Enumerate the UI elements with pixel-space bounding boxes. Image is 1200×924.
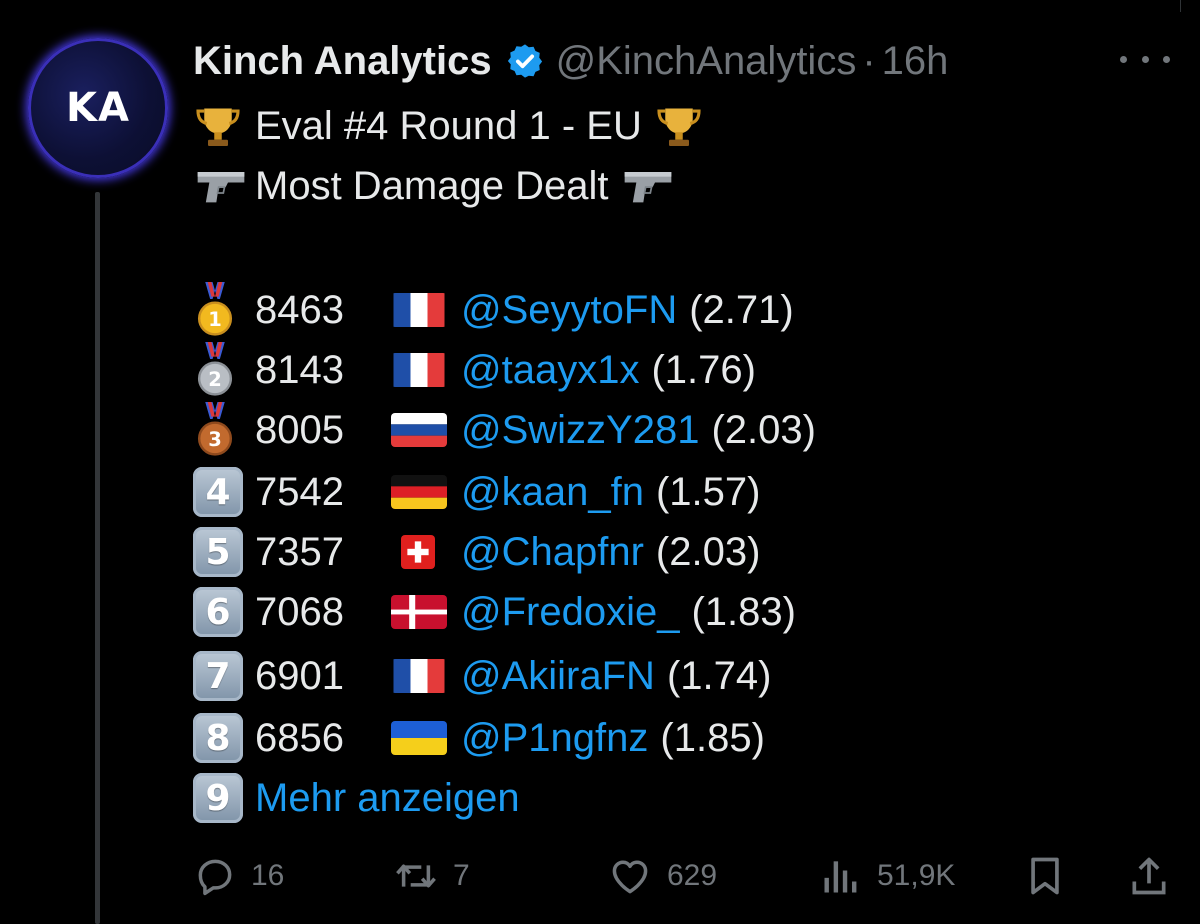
share-button[interactable] xyxy=(1127,848,1185,904)
damage-value: 8463 xyxy=(255,287,344,332)
ranking-row: 8 6856 @P1ngfnz (1.85) xyxy=(193,710,765,766)
damage-value: 6901 xyxy=(255,653,344,698)
user-mention-link[interactable]: @kaan_fn xyxy=(461,470,644,515)
ratio-value: (1.76) xyxy=(651,347,756,392)
avatar-initials: KA xyxy=(66,85,130,131)
keycap-5-icon: 5 xyxy=(193,525,255,579)
damage-value: 8143 xyxy=(255,347,344,392)
author-name[interactable]: Kinch Analytics xyxy=(193,39,492,84)
france-flag-icon xyxy=(391,293,447,327)
user-mention-link[interactable]: @Chapfnr xyxy=(461,530,644,575)
heart-icon xyxy=(612,860,648,894)
more-options-icon[interactable] xyxy=(1120,44,1170,74)
post-subtitle-line: Most Damage Dealt xyxy=(193,158,682,214)
svg-text:1: 1 xyxy=(208,308,222,331)
reply-icon xyxy=(198,859,232,896)
keycap-6-icon: 6 xyxy=(193,585,255,639)
repost-button[interactable]: 7 xyxy=(393,848,470,904)
repost-icon xyxy=(396,864,436,888)
damage-value: 7068 xyxy=(255,589,344,634)
ranking-row: 1 8463 @SeyytoFN (2.71) xyxy=(193,282,794,338)
keycap-8-icon: 8 xyxy=(193,711,255,765)
damage-value: 7542 xyxy=(255,469,344,514)
ranking-row: 7 6901 @AkiiraFN (1.74) xyxy=(193,648,771,704)
damage-value: 8005 xyxy=(255,407,344,452)
ratio-value: (2.03) xyxy=(655,529,761,574)
ratio-value: (2.03) xyxy=(711,407,816,452)
keycap-9-icon: 9 xyxy=(193,771,255,825)
user-mention-link[interactable]: @P1ngfnz xyxy=(461,716,648,761)
separator-dot: · xyxy=(862,38,876,83)
silver-medal-icon: 2 xyxy=(193,342,255,397)
pistol-icon xyxy=(193,159,255,213)
user-mention-link[interactable]: @taayx1x xyxy=(461,348,639,393)
france-flag-icon xyxy=(391,659,447,693)
ranking-row: 4 7542 @kaan_fn (1.57) xyxy=(193,464,760,520)
keycap-7-icon: 7 xyxy=(193,649,255,703)
bookmark-icon xyxy=(1031,857,1059,895)
post-subtitle: Most Damage Dealt xyxy=(255,163,609,208)
repost-count: 7 xyxy=(453,859,470,892)
author-handle[interactable]: @KinchAnalytics xyxy=(556,39,857,84)
ranking-row: 6 7068 @Fredoxie_ (1.83) xyxy=(193,584,796,640)
keycap-4-icon: 4 xyxy=(193,465,255,519)
like-count: 629 xyxy=(667,859,718,892)
svg-text:2: 2 xyxy=(208,368,222,391)
ratio-value: (1.57) xyxy=(655,469,761,514)
views-button[interactable]: 51,9K xyxy=(819,848,955,904)
svg-text:3: 3 xyxy=(208,428,222,451)
verified-badge-icon[interactable] xyxy=(506,42,544,80)
top-border xyxy=(0,0,1181,12)
post-time[interactable]: 16h xyxy=(882,39,949,84)
avatar[interactable]: KA xyxy=(28,38,168,178)
rank-number: 6 xyxy=(205,591,231,633)
user-mention-link[interactable]: @AkiiraFN xyxy=(461,654,655,699)
ranking-row: 5 7357 @Chapfnr (2.03) xyxy=(193,524,760,580)
share-icon xyxy=(1132,857,1166,895)
user-mention-link[interactable]: @SwizzY281 xyxy=(461,408,699,453)
post-header: Kinch Analytics @KinchAnalytics · 16h xyxy=(193,36,948,86)
rank-number: 8 xyxy=(205,717,231,759)
bookmark-button[interactable] xyxy=(1023,848,1081,904)
show-more-row: 9 Mehr anzeigen xyxy=(193,770,520,826)
user-mention-link[interactable]: @Fredoxie_ xyxy=(461,590,679,635)
trophy-icon xyxy=(193,99,255,153)
russia-flag-icon xyxy=(391,413,447,447)
thread-line xyxy=(95,192,100,924)
views-icon xyxy=(824,861,857,893)
rank-number: 9 xyxy=(205,777,231,819)
rank-number: 7 xyxy=(205,655,231,697)
damage-value: 7357 xyxy=(255,529,344,574)
ranking-row: 3 8005 @SwizzY281 (2.03) xyxy=(193,402,816,458)
user-mention-link[interactable]: @SeyytoFN xyxy=(461,288,677,333)
reply-button[interactable]: 16 xyxy=(193,848,284,904)
rank-number: 5 xyxy=(205,531,231,573)
trophy-icon xyxy=(654,99,716,153)
show-more-link[interactable]: Mehr anzeigen xyxy=(255,776,520,821)
views-count: 51,9K xyxy=(877,859,956,892)
ranking-row: 2 8143 @taayx1x (1.76) xyxy=(193,342,756,398)
reply-count: 16 xyxy=(251,859,285,892)
like-button[interactable]: 629 xyxy=(607,848,717,904)
ukraine-flag-icon xyxy=(391,721,447,755)
ratio-value: (1.83) xyxy=(691,589,796,634)
ratio-value: (1.85) xyxy=(660,715,765,760)
pistol-icon xyxy=(620,159,682,213)
post-title: Eval #4 Round 1 - EU xyxy=(255,103,642,148)
gold-medal-icon: 1 xyxy=(193,282,255,337)
action-bar: 16 7 629 51,9K xyxy=(193,848,1173,904)
rank-number: 4 xyxy=(205,471,231,513)
bronze-medal-icon: 3 xyxy=(193,402,255,457)
damage-value: 6856 xyxy=(255,715,344,760)
ratio-value: (1.74) xyxy=(666,653,772,698)
denmark-flag-icon xyxy=(391,595,447,629)
post-title-line: Eval #4 Round 1 - EU xyxy=(193,98,716,154)
germany-flag-icon xyxy=(391,475,447,509)
ratio-value: (2.71) xyxy=(689,287,794,332)
switzerland-flag-icon xyxy=(401,535,435,569)
france-flag-icon xyxy=(391,353,447,387)
